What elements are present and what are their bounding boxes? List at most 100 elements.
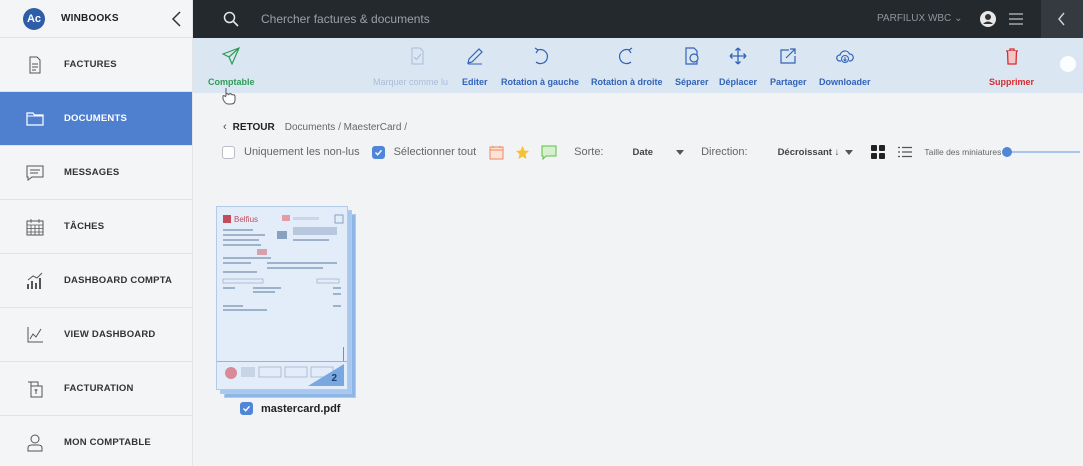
billing-icon bbox=[28, 381, 43, 397]
search-icon[interactable] bbox=[223, 11, 239, 27]
sidebar-item-label: DOCUMENTS bbox=[64, 113, 128, 124]
document-thumbnail[interactable]: Belfius 2 bbox=[216, 206, 356, 398]
user-label: PARFILUX WBC bbox=[877, 13, 952, 24]
chevron-left-icon bbox=[1058, 12, 1065, 26]
check-icon bbox=[374, 149, 382, 156]
split-button[interactable]: Séparer bbox=[675, 47, 709, 87]
split-label: Séparer bbox=[675, 77, 709, 87]
breadcrumb-path[interactable]: Documents / MaesterCard / bbox=[285, 122, 407, 133]
thumb-size-slider-handle[interactable] bbox=[1002, 147, 1012, 157]
share-label: Partager bbox=[770, 77, 807, 87]
sidebar-header: Ac WINBOOKS bbox=[0, 0, 192, 38]
direction-value: Décroissant ↓ bbox=[777, 146, 840, 158]
list-view-icon[interactable] bbox=[898, 146, 913, 158]
rotate-left-label: Rotation à gauche bbox=[501, 77, 580, 87]
trash-icon bbox=[1005, 48, 1018, 65]
select-all-filter[interactable]: Sélectionner tout bbox=[371, 145, 477, 159]
user-menu[interactable]: PARFILUX WBC ⌄ bbox=[877, 13, 962, 24]
unread-only-checkbox[interactable] bbox=[222, 145, 235, 159]
share-icon bbox=[780, 48, 796, 64]
dropdown-arrow-icon bbox=[676, 149, 685, 155]
sidebar-item-label: TÂCHES bbox=[64, 221, 105, 232]
direction-label: Direction: bbox=[701, 146, 748, 158]
page-count: 2 bbox=[331, 373, 337, 384]
brand-text: Belfius bbox=[234, 215, 258, 224]
collapse-panel-button[interactable] bbox=[1041, 0, 1083, 38]
rotate-right-label: Rotation à droite bbox=[591, 77, 663, 87]
star-filter-icon[interactable] bbox=[515, 145, 530, 160]
sidebar-item-documents[interactable]: DOCUMENTS bbox=[0, 92, 192, 146]
sort-label: Sorte: bbox=[574, 146, 604, 158]
mark-read-label: Marquer comme lu bbox=[373, 77, 449, 87]
back-link[interactable]: RETOUR bbox=[233, 122, 275, 133]
sidebar-item-label: VIEW DASHBOARD bbox=[64, 329, 156, 340]
sidebar-item-taches[interactable]: TÂCHES bbox=[0, 200, 192, 254]
app-title: WINBOOKS bbox=[61, 13, 119, 24]
hamburger-menu-icon[interactable] bbox=[1009, 13, 1023, 25]
sidebar-item-label: DASHBOARD COMPTA bbox=[64, 275, 173, 286]
rotate-left-icon bbox=[534, 47, 548, 65]
sidebar: Ac WINBOOKS FACTURES DOCUMENTS MESSAGES … bbox=[0, 0, 193, 466]
file-item[interactable]: mastercard.pdf bbox=[240, 402, 340, 415]
file-checkbox[interactable] bbox=[240, 402, 253, 415]
sidebar-item-mon-comptable[interactable]: MON COMPTABLE bbox=[0, 416, 192, 466]
filter-bar: Uniquement les non-lus Sélectionner tout… bbox=[222, 143, 1083, 161]
rotate-left-button[interactable]: Rotation à gauche bbox=[501, 47, 579, 87]
document-preview: Belfius 2 bbox=[216, 206, 348, 390]
sort-value: Date bbox=[632, 146, 654, 158]
close-toolbar-button[interactable] bbox=[1060, 56, 1076, 72]
sidebar-item-view-dashboard[interactable]: VIEW DASHBOARD bbox=[0, 308, 192, 362]
sort-select[interactable]: Date bbox=[633, 147, 685, 158]
comptable-label: Comptable bbox=[208, 77, 255, 87]
breadcrumb: ‹ RETOUR Documents / MaesterCard / bbox=[223, 121, 407, 133]
document-preview-image: Belfius bbox=[217, 207, 347, 389]
comment-filter-icon[interactable] bbox=[541, 145, 557, 160]
thumb-size-slider-track[interactable] bbox=[1004, 151, 1080, 153]
delete-button[interactable]: Supprimer bbox=[989, 47, 1034, 87]
move-icon bbox=[729, 47, 747, 65]
move-button[interactable]: Déplacer bbox=[719, 47, 757, 87]
select-all-label: Sélectionner tout bbox=[393, 146, 477, 158]
send-icon bbox=[222, 47, 241, 65]
mark-read-icon bbox=[411, 47, 424, 65]
chevron-left-icon[interactable]: ‹ bbox=[223, 121, 227, 133]
thumb-size-label: Taille des miniatures bbox=[924, 147, 1002, 157]
user-icon bbox=[27, 434, 43, 451]
chart-icon bbox=[27, 272, 43, 289]
rotate-right-button[interactable]: Rotation à droite bbox=[591, 47, 663, 87]
edit-label: Editer bbox=[462, 77, 488, 87]
line-chart-icon bbox=[27, 326, 43, 342]
file-name[interactable]: mastercard.pdf bbox=[261, 403, 340, 415]
collapse-sidebar-icon[interactable] bbox=[170, 10, 184, 28]
invoice-icon bbox=[29, 56, 41, 73]
download-button[interactable]: Downloader bbox=[819, 47, 871, 87]
share-button[interactable]: Partager bbox=[770, 47, 807, 87]
app-logo[interactable]: Ac bbox=[23, 7, 45, 30]
sidebar-item-label: MON COMPTABLE bbox=[64, 437, 151, 448]
sidebar-item-facturation[interactable]: FACTURATION bbox=[0, 362, 192, 416]
select-all-checkbox[interactable] bbox=[371, 145, 385, 159]
comptable-button[interactable]: Comptable bbox=[208, 47, 255, 87]
avatar[interactable] bbox=[980, 11, 996, 27]
cloud-download-icon bbox=[835, 50, 854, 64]
calendar-filter-icon[interactable] bbox=[489, 145, 504, 160]
direction-select[interactable]: Décroissant ↓ bbox=[778, 147, 854, 158]
hand-cursor-icon bbox=[222, 88, 236, 105]
sidebar-item-label: FACTURATION bbox=[64, 383, 134, 394]
split-icon bbox=[685, 47, 699, 65]
download-label: Downloader bbox=[819, 77, 871, 87]
sidebar-item-factures[interactable]: FACTURES bbox=[0, 38, 192, 92]
sidebar-item-label: FACTURES bbox=[64, 59, 117, 70]
unread-only-label: Uniquement les non-lus bbox=[244, 146, 360, 158]
calendar-icon bbox=[26, 218, 44, 235]
dropdown-arrow-icon bbox=[845, 149, 854, 155]
unread-only-filter[interactable]: Uniquement les non-lus bbox=[222, 145, 360, 159]
sidebar-item-dashboard-compta[interactable]: DASHBOARD COMPTA bbox=[0, 254, 192, 308]
mark-read-button[interactable]: Marquer comme lu bbox=[373, 47, 461, 87]
edit-button[interactable]: Editer bbox=[462, 47, 488, 87]
delete-label: Supprimer bbox=[989, 77, 1035, 87]
check-icon bbox=[243, 405, 251, 412]
sidebar-item-messages[interactable]: MESSAGES bbox=[0, 146, 192, 200]
search-input[interactable] bbox=[261, 12, 681, 26]
grid-view-icon[interactable] bbox=[871, 145, 886, 159]
